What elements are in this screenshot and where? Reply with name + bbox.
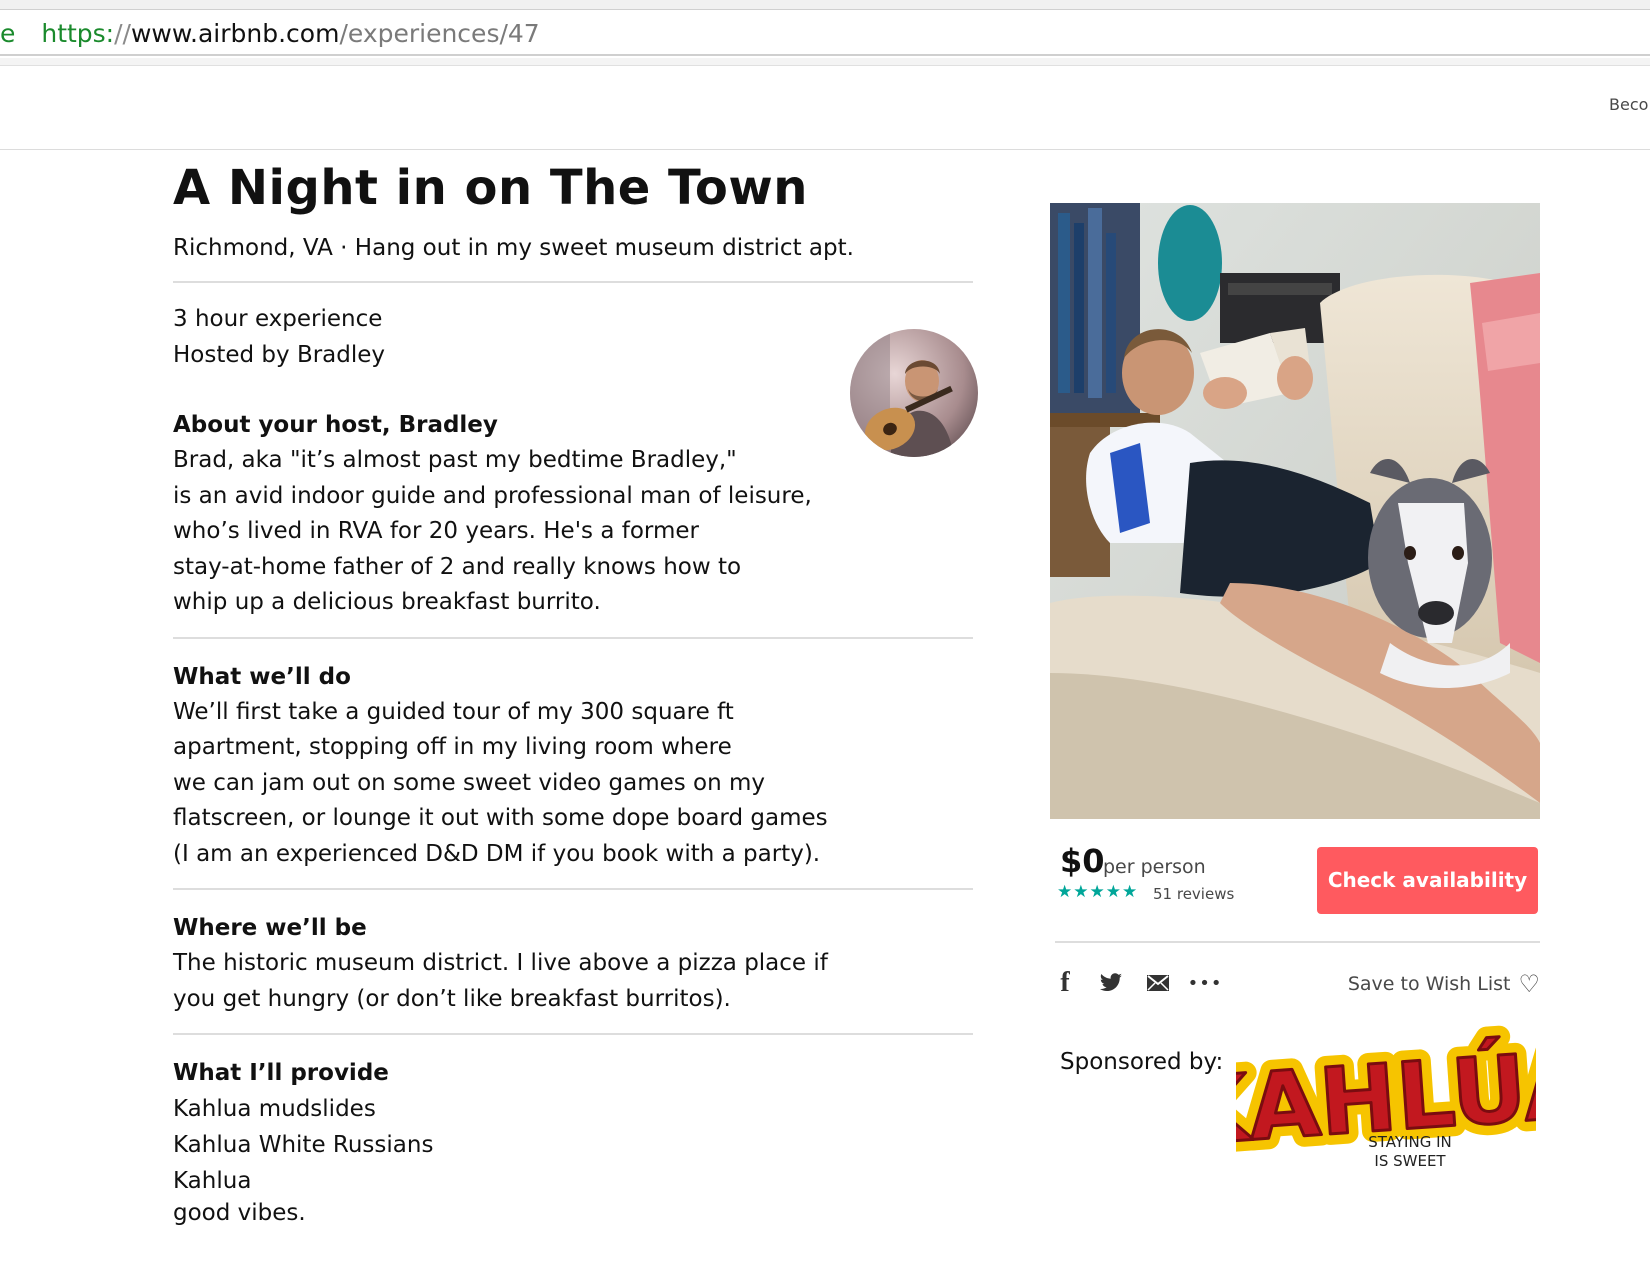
what-well-do-line: We’ll first take a guided tour of my 300… xyxy=(173,698,734,725)
about-host-line: stay-at-home father of 2 and really know… xyxy=(173,553,742,580)
email-glyph xyxy=(1147,975,1169,991)
kahlua-tagline: STAYING IN IS SWEET xyxy=(1342,1133,1478,1171)
url-text[interactable]: e https://www.airbnb.com/experiences/47 xyxy=(0,19,540,48)
save-to-wish-list-label: Save to Wish List xyxy=(1347,973,1511,995)
browser-tabstrip xyxy=(0,0,1650,10)
duration-text: 3 hour experience xyxy=(173,306,383,333)
divider xyxy=(173,1033,973,1036)
toolbar-strip xyxy=(0,58,1650,66)
what-well-do-section: What we’ll do We’ll first take a guided … xyxy=(173,659,973,873)
experience-details: A Night in on The Town Richmond, VA · Ha… xyxy=(173,160,973,1227)
rating-stars-icon: ★★★★★ xyxy=(1057,882,1139,902)
divider xyxy=(1055,941,1540,943)
what-well-do-line: we can jam out on some sweet video games… xyxy=(173,769,766,796)
address-bar[interactable]: e https://www.airbnb.com/experiences/47 xyxy=(0,10,1650,56)
where-well-be-line: The historic museum district. I live abo… xyxy=(173,950,828,977)
price-value: $0 xyxy=(1060,842,1105,880)
url-scheme: https: xyxy=(41,19,115,48)
listing-photo[interactable] xyxy=(1050,203,1540,819)
twitter-glyph xyxy=(1100,973,1122,991)
url-separator: // xyxy=(114,19,131,48)
host-avatar[interactable] xyxy=(850,329,978,457)
kahlua-tagline-line: IS SWEET xyxy=(1374,1152,1446,1170)
hosted-by-text: Hosted by Bradley xyxy=(173,342,386,369)
what-ill-provide-heading: What I’ll provide xyxy=(173,1060,389,1087)
what-well-do-heading: What we’ll do xyxy=(173,663,351,690)
about-host-section: About your host, Bradley Brad, aka "it’s… xyxy=(173,407,973,621)
what-ill-provide-section: What I’ll provide Kahlua mudslides Kahlu… xyxy=(173,1055,973,1227)
experience-subtitle: Richmond, VA · Hang out in my sweet muse… xyxy=(173,234,854,261)
save-to-wish-list-button[interactable]: Save to Wish List ♡ xyxy=(1348,970,1540,998)
about-host-line: Brad, aka "it’s almost past my bedtime B… xyxy=(173,447,737,474)
where-well-be-line: you get hungry (or don’t like breakfast … xyxy=(173,985,731,1012)
about-host-line: who’s lived in RVA for 20 years. He's a … xyxy=(173,518,699,545)
what-well-do-line: (I am an experienced D&D DM if you book … xyxy=(173,840,821,867)
divider xyxy=(173,888,973,891)
listing-photo-image xyxy=(1050,203,1540,819)
divider xyxy=(173,281,973,284)
about-host-line: whip up a delicious breakfast burrito. xyxy=(173,589,601,616)
provide-item: Kahlua White Russians xyxy=(173,1132,434,1159)
about-host-line: is an avid indoor guide and professional… xyxy=(173,482,812,509)
what-well-do-line: flatscreen, or lounge it out with some d… xyxy=(173,805,828,832)
share-row: f ••• Save to Wish List ♡ xyxy=(1055,967,1540,1004)
reviews-count-link[interactable]: 51 reviews xyxy=(1153,885,1234,903)
url-lead: e xyxy=(0,19,16,48)
become-host-link[interactable]: Beco xyxy=(1609,95,1648,114)
heart-icon: ♡ xyxy=(1518,970,1540,998)
twitter-icon[interactable] xyxy=(1097,968,1125,998)
where-well-be-heading: Where we’ll be xyxy=(173,915,367,942)
kahlua-tagline-line: STAYING IN xyxy=(1368,1133,1452,1151)
url-path: /experiences/47 xyxy=(339,19,540,48)
provide-item: Kahlua mudslides xyxy=(173,1096,376,1123)
where-well-be-section: Where we’ll be The historic museum distr… xyxy=(173,910,973,1017)
divider xyxy=(173,636,973,639)
host-avatar-image xyxy=(850,329,978,457)
sponsored-by-label: Sponsored by: xyxy=(1060,1049,1224,1075)
facebook-icon[interactable]: f xyxy=(1055,967,1075,998)
url-host: www.airbnb.com xyxy=(130,19,340,48)
check-availability-button[interactable]: Check availability xyxy=(1317,847,1538,914)
price-unit: per person xyxy=(1103,856,1206,878)
provide-item: Kahlua xyxy=(173,1168,252,1195)
site-header: Beco xyxy=(0,66,1650,150)
page-title: A Night in on The Town xyxy=(173,160,808,216)
provide-item: good vibes. xyxy=(173,1200,306,1227)
email-icon[interactable] xyxy=(1144,968,1172,998)
what-well-do-line: apartment, stopping off in my living roo… xyxy=(173,734,732,761)
more-icon[interactable]: ••• xyxy=(1188,968,1222,998)
experience-info: 3 hour experience Hosted by Bradley xyxy=(173,301,973,373)
